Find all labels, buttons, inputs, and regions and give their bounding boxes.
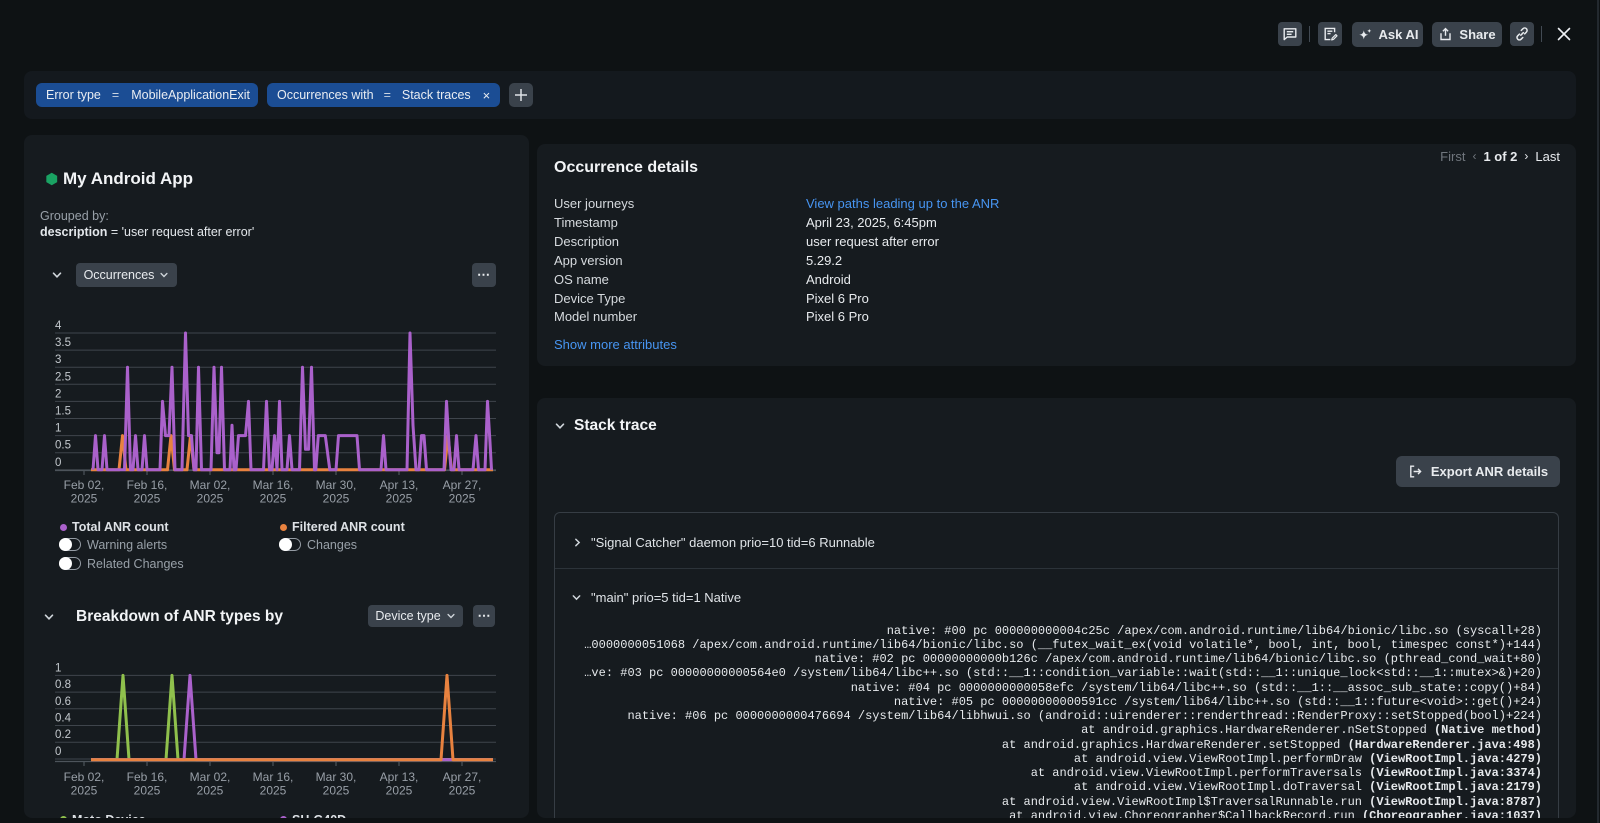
svg-text:2025: 2025: [449, 492, 476, 506]
svg-text:0: 0: [55, 746, 61, 758]
svg-text:Apr 13,: Apr 13,: [380, 770, 419, 784]
svg-text:2025: 2025: [71, 784, 98, 798]
svg-text:1: 1: [55, 423, 61, 435]
svg-text:2025: 2025: [71, 492, 98, 506]
svg-text:Apr 13,: Apr 13,: [380, 478, 419, 492]
svg-text:1: 1: [55, 662, 61, 674]
svg-text:2025: 2025: [197, 492, 224, 506]
svg-text:3.5: 3.5: [55, 337, 71, 349]
svg-text:2025: 2025: [449, 784, 476, 798]
svg-text:Mar 16,: Mar 16,: [253, 770, 294, 784]
svg-text:Feb 02,: Feb 02,: [64, 478, 105, 492]
svg-text:2025: 2025: [260, 784, 287, 798]
svg-text:Mar 02,: Mar 02,: [190, 478, 231, 492]
svg-text:Mar 30,: Mar 30,: [316, 478, 357, 492]
svg-text:2025: 2025: [134, 492, 161, 506]
svg-text:0.5: 0.5: [55, 440, 71, 452]
svg-text:Mar 02,: Mar 02,: [190, 770, 231, 784]
svg-text:2025: 2025: [323, 784, 350, 798]
svg-text:2025: 2025: [386, 784, 413, 798]
svg-text:Feb 16,: Feb 16,: [127, 770, 168, 784]
svg-text:4: 4: [55, 320, 62, 332]
svg-text:Feb 16,: Feb 16,: [127, 478, 168, 492]
svg-text:Apr 27,: Apr 27,: [443, 770, 482, 784]
svg-text:3: 3: [55, 354, 61, 366]
svg-text:2: 2: [55, 388, 61, 400]
svg-text:0.2: 0.2: [55, 729, 71, 741]
svg-text:2025: 2025: [197, 784, 224, 798]
svg-text:0.4: 0.4: [55, 713, 72, 725]
svg-text:2025: 2025: [260, 492, 287, 506]
svg-text:0.8: 0.8: [55, 679, 71, 691]
svg-text:0: 0: [55, 457, 61, 469]
svg-text:2025: 2025: [323, 492, 350, 506]
svg-text:1.5: 1.5: [55, 406, 71, 418]
svg-text:Feb 02,: Feb 02,: [64, 770, 105, 784]
svg-text:2.5: 2.5: [55, 371, 71, 383]
svg-text:Apr 27,: Apr 27,: [443, 478, 482, 492]
svg-text:2025: 2025: [386, 492, 413, 506]
svg-text:2025: 2025: [134, 784, 161, 798]
svg-text:Mar 30,: Mar 30,: [316, 770, 357, 784]
svg-text:Mar 16,: Mar 16,: [253, 478, 294, 492]
svg-text:0.6: 0.6: [55, 696, 71, 708]
